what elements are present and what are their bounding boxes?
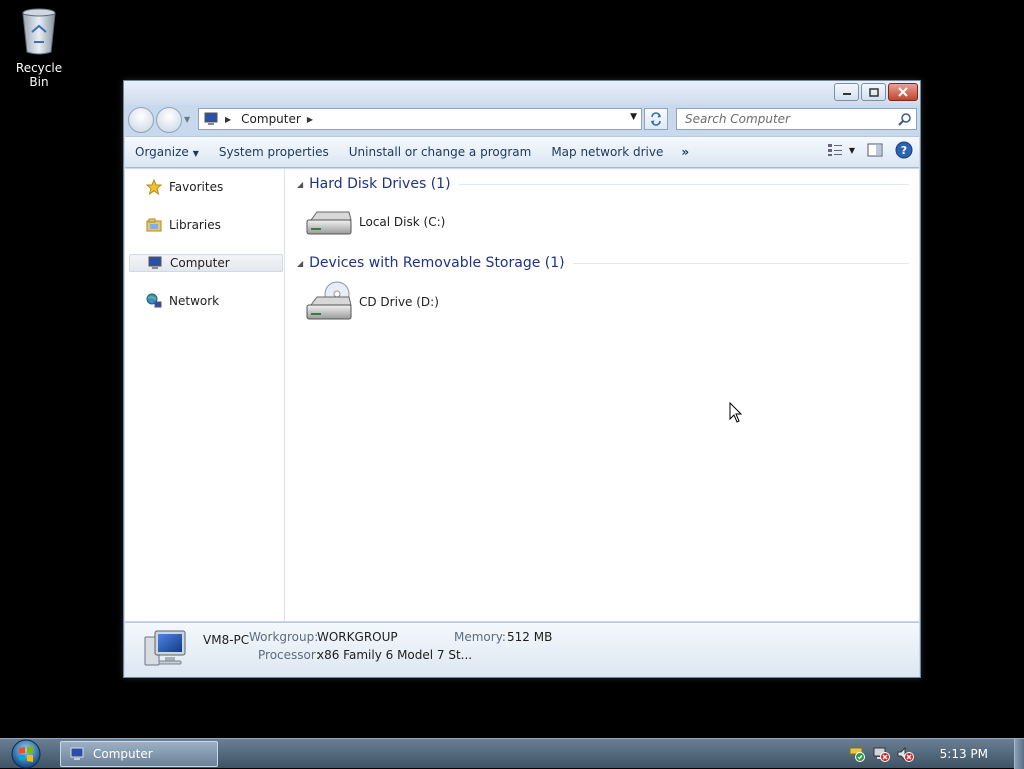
close-button[interactable] (888, 83, 918, 101)
processor-value: x86 Family 6 Model 7 St... (317, 648, 473, 662)
address-bar[interactable]: ▶ Computer ▶ ▼ (198, 108, 642, 130)
memory-value: 512 MB (507, 630, 553, 644)
search-box[interactable] (676, 108, 917, 130)
group-divider (458, 183, 909, 185)
computer-icon (144, 630, 186, 666)
refresh-icon (651, 112, 661, 126)
organize-button[interactable]: Organize ▼ (125, 140, 209, 164)
system-properties-button[interactable]: System properties (209, 140, 339, 164)
computer-icon (146, 255, 164, 271)
workgroup-label: Workgroup: (249, 630, 319, 644)
navigation-pane: Favorites Libraries Computer Network (125, 169, 285, 621)
drive-item-local-disk[interactable]: Local Disk (C:) (305, 199, 445, 245)
breadcrumb-separator-icon[interactable]: ▶ (307, 115, 313, 124)
forward-button[interactable] (156, 107, 182, 133)
more-commands-button[interactable]: » (673, 140, 697, 164)
nav-item-computer[interactable]: Computer (129, 254, 283, 272)
chevron-down-icon: ▼ (848, 145, 855, 155)
memory-label: Memory: (454, 630, 506, 644)
group-header-hard-disk-drives[interactable]: ◢ Hard Disk Drives (1) (297, 175, 909, 193)
nav-item-label: Favorites (169, 180, 224, 194)
favorites-star-icon (145, 179, 163, 195)
drive-item-cd-drive[interactable]: CD Drive (D:) (305, 279, 439, 325)
volume-muted-icon[interactable] (896, 746, 914, 762)
content-pane: ◢ Hard Disk Drives (1) Local Disk (C:) ◢ (287, 169, 919, 621)
collapse-triangle-icon[interactable]: ◢ (297, 180, 303, 189)
computer-name: VM8-PC (203, 633, 250, 647)
title-bar[interactable] (124, 81, 920, 105)
caption-buttons (834, 83, 918, 101)
start-button[interactable] (6, 739, 46, 769)
drive-label: Local Disk (C:) (359, 215, 446, 229)
computer-icon (204, 112, 218, 125)
nav-item-label: Computer (170, 256, 230, 270)
minimize-icon (842, 93, 851, 95)
network-icon (145, 293, 163, 309)
nav-item-favorites[interactable]: Favorites (129, 178, 283, 196)
desktop-icon-recycle-bin[interactable]: Recycle Bin (6, 6, 72, 89)
map-network-drive-button[interactable]: Map network drive (541, 140, 673, 164)
help-icon[interactable]: ? (895, 141, 913, 159)
taskbar-button-computer[interactable]: Computer (60, 741, 218, 767)
view-controls: ▼ ? (827, 141, 913, 159)
nav-item-libraries[interactable]: Libraries (129, 216, 283, 234)
uninstall-program-button[interactable]: Uninstall or change a program (339, 140, 542, 164)
minimize-button[interactable] (834, 83, 859, 101)
system-tray: 5:13 PM (848, 739, 1024, 769)
recent-pages-chevron-down-icon[interactable]: ▼ (184, 115, 194, 125)
group-title: Devices with Removable Storage (1) (309, 255, 565, 271)
group-title: Hard Disk Drives (1) (309, 176, 451, 192)
cd-drive-icon (306, 281, 352, 320)
search-input[interactable] (685, 112, 885, 126)
change-view-button[interactable]: ▼ (827, 143, 855, 157)
chevron-down-icon: ▼ (192, 149, 199, 158)
refresh-button[interactable] (644, 108, 668, 130)
nav-buttons: ▼ (128, 107, 194, 133)
nav-item-network[interactable]: Network (129, 292, 283, 310)
window-body: Favorites Libraries Computer Network ◢ H… (125, 169, 919, 621)
nav-item-label: Libraries (169, 218, 221, 232)
group-header-removable-storage[interactable]: ◢ Devices with Removable Storage (1) (297, 254, 909, 272)
show-desktop-button[interactable] (1014, 739, 1024, 769)
preview-pane-icon[interactable] (867, 143, 883, 157)
details-pane: VM8-PC Workgroup: WORKGROUP Memory: 512 … (125, 622, 919, 677)
desktop: Recycle Bin ▼ ▶ Computer ▶ ▼ Search Comp… (0, 0, 1024, 738)
view-options-icon (827, 144, 842, 156)
drive-label: CD Drive (D:) (359, 295, 439, 309)
svg-text:?: ? (901, 144, 907, 157)
maximize-button[interactable] (861, 83, 886, 101)
network-status-icon[interactable] (872, 746, 890, 762)
recycle-bin-icon (22, 8, 56, 55)
processor-label: Processor: (258, 648, 320, 662)
command-bar: Organize ▼ System properties Uninstall or… (125, 136, 919, 168)
action-center-icon[interactable] (848, 746, 866, 762)
address-dropdown-icon[interactable]: ▼ (630, 112, 637, 122)
group-divider (572, 262, 909, 264)
address-row: ▼ ▶ Computer ▶ ▼ (124, 105, 920, 135)
workgroup-value: WORKGROUP (317, 630, 398, 644)
close-icon (898, 87, 908, 97)
maximize-icon (868, 87, 879, 97)
search-icon[interactable] (898, 112, 912, 126)
organize-label: Organize (135, 145, 189, 159)
taskbar: Computer 5:13 PM (0, 738, 1024, 769)
explorer-window: ▼ ▶ Computer ▶ ▼ Search Computer Organiz… (123, 80, 921, 678)
breadcrumb-separator-icon[interactable]: ▶ (225, 115, 231, 124)
nav-item-label: Network (169, 294, 220, 308)
mouse-cursor-icon (729, 402, 743, 423)
computer-icon (70, 747, 84, 760)
clock[interactable]: 5:13 PM (940, 747, 988, 761)
hard-disk-icon (306, 211, 352, 235)
back-button[interactable] (128, 107, 154, 133)
collapse-triangle-icon[interactable]: ◢ (297, 259, 303, 268)
desktop-icon-label: Recycle Bin (15, 61, 63, 89)
libraries-icon (145, 217, 163, 233)
breadcrumb-computer[interactable]: Computer (241, 112, 301, 126)
taskbar-button-label: Computer (93, 747, 153, 761)
windows-logo-icon (11, 739, 41, 769)
